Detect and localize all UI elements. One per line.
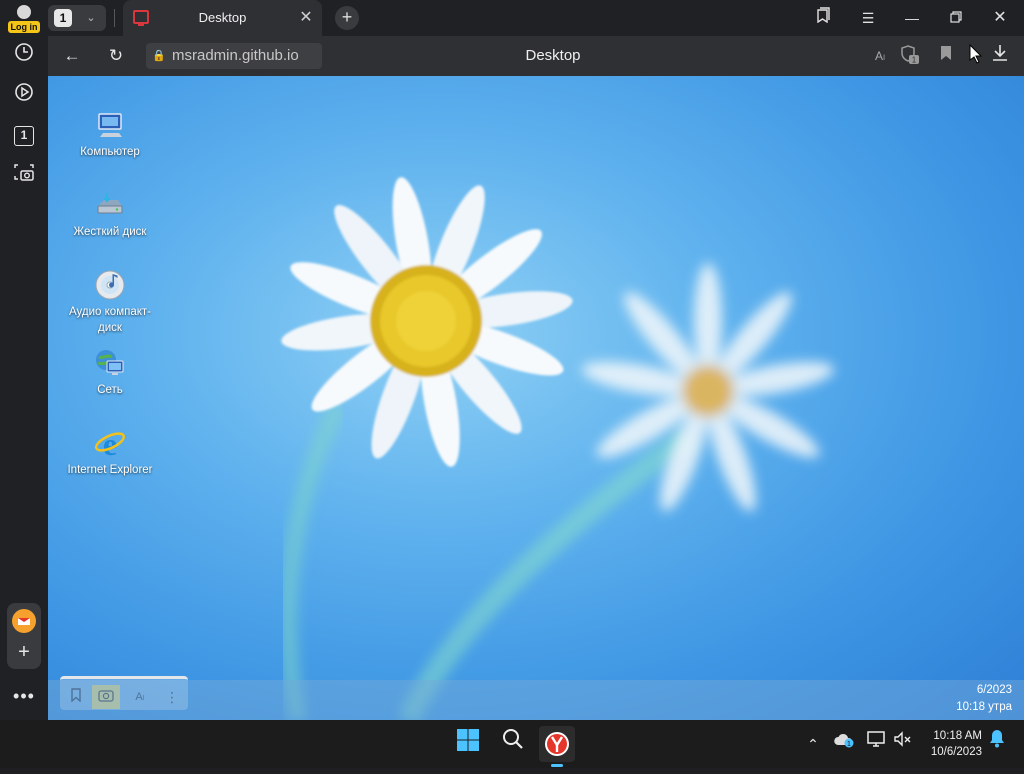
download-icon[interactable]	[988, 44, 1012, 68]
desktop-icon-label: Жесткий диск	[73, 226, 147, 238]
sidebar-apps-panel: +	[7, 603, 41, 669]
url-field[interactable]: 🔒 msradmin.github.io	[146, 43, 322, 69]
screenshot-icon[interactable]	[10, 162, 38, 190]
desktop-icon-audio-cd[interactable]: Аудио компакт-диск	[67, 268, 153, 336]
network-icon	[93, 346, 127, 380]
chevron-up-icon[interactable]: ⌃	[797, 728, 829, 760]
desktop-icon-computer[interactable]: Компьютер	[67, 108, 153, 160]
desktop-icon-label: Компьютер	[80, 146, 140, 158]
desktop-icon-label: Аудио компакт-диск	[69, 306, 151, 334]
internet-explorer-icon: e	[93, 426, 127, 462]
os-taskbar: ⌃ 1 10:18 AM 10/6/2023	[0, 720, 1024, 768]
onedrive-badge: 1	[847, 741, 851, 748]
more-vertical-icon[interactable]: ⋮	[158, 685, 186, 709]
camera-icon[interactable]	[92, 685, 120, 709]
active-indicator	[551, 764, 563, 767]
monitor-favicon-icon	[133, 10, 149, 26]
tabs-count-icon[interactable]: 1	[10, 122, 38, 150]
remote-clock: 6/2023 10:18 утра	[908, 682, 1012, 716]
daisy-wallpaper	[279, 177, 835, 720]
tab-title: Desktop	[198, 10, 247, 25]
cursor-pointer-icon	[964, 43, 988, 68]
close-window-button[interactable]: ✕	[978, 0, 1022, 36]
adblock-icon[interactable]: 1	[898, 44, 922, 68]
desktop-icon-hard-drive[interactable]: Жесткий диск	[67, 188, 153, 240]
svg-text:e: e	[103, 426, 117, 460]
windows-start-icon[interactable]	[452, 728, 484, 760]
more-icon[interactable]: •••	[10, 682, 38, 710]
history-icon[interactable]	[10, 42, 38, 70]
browser-tab-bar: Log in 1 ⌄ Desktop ✕ + ☰ — ✕	[0, 0, 1024, 36]
restore-button[interactable]	[934, 0, 978, 36]
tab-count-button[interactable]: 1 ⌄	[48, 5, 106, 31]
address-bar: ← ↻ 🔒 msradmin.github.io Desktop Aₗ 1	[48, 36, 1024, 76]
yandex-browser-taskbar-icon[interactable]	[539, 726, 575, 767]
notification-bell-icon[interactable]	[981, 728, 1013, 760]
login-badge: Log in	[8, 21, 40, 33]
divider	[114, 9, 115, 27]
new-tab-button[interactable]: +	[335, 6, 359, 30]
computer-icon	[93, 108, 127, 142]
profile-button[interactable]: Log in	[6, 3, 42, 33]
bookmark-icon[interactable]	[934, 44, 958, 68]
remote-clock-date: 6/2023	[976, 684, 1012, 696]
back-button[interactable]: ←	[60, 44, 84, 68]
add-panel-button[interactable]: +	[7, 639, 41, 665]
tabs-count-label: 1	[14, 126, 34, 146]
chevron-down-icon: ⌄	[86, 12, 96, 24]
reload-button[interactable]: ↻	[104, 44, 128, 68]
taskbar-clock[interactable]: 10:18 AM 10/6/2023	[912, 728, 982, 760]
search-icon[interactable]	[497, 728, 529, 760]
tab-count: 1	[54, 9, 72, 27]
remote-desktop-viewport[interactable]: Компьютер Жесткий диск Аудио компакт-дис…	[48, 76, 1024, 720]
collections-icon[interactable]	[802, 0, 846, 36]
audio-cd-icon	[93, 268, 127, 302]
user-icon	[17, 5, 31, 19]
remote-taskbar	[48, 680, 1024, 720]
translate-icon[interactable]: Aₗ	[126, 685, 154, 709]
tab-desktop[interactable]: Desktop ✕	[123, 0, 322, 36]
translate-icon[interactable]: Aₗ	[868, 44, 892, 68]
browser-sidebar: 1 + •••	[0, 36, 48, 720]
remote-clock-time: 10:18 утра	[956, 701, 1012, 713]
lock-icon[interactable]: 🔒	[152, 49, 166, 63]
page-title: Desktop	[525, 47, 581, 64]
yandex-mail-icon[interactable]	[12, 609, 36, 633]
bookmark-icon[interactable]	[62, 685, 90, 709]
url-text: msradmin.github.io	[172, 47, 299, 64]
menu-icon[interactable]: ☰	[846, 0, 890, 36]
desktop-icon-label: Сеть	[97, 384, 123, 396]
remote-toolbar: Aₗ ⋮	[60, 676, 188, 710]
play-icon[interactable]	[10, 82, 38, 110]
close-tab-icon[interactable]: ✕	[297, 9, 315, 27]
desktop-icon-network[interactable]: Сеть	[67, 346, 153, 398]
taskbar-date: 10/6/2023	[930, 746, 982, 758]
minimize-button[interactable]: —	[890, 0, 934, 36]
desktop-icon-label: Internet Explorer	[67, 464, 153, 476]
onedrive-icon[interactable]: 1	[828, 728, 860, 760]
desktop-icon-internet-explorer[interactable]: e Internet Explorer	[67, 426, 153, 478]
adblock-badge: 1	[912, 56, 917, 65]
taskbar-time: 10:18 AM	[933, 730, 982, 742]
hard-drive-icon	[93, 188, 127, 222]
